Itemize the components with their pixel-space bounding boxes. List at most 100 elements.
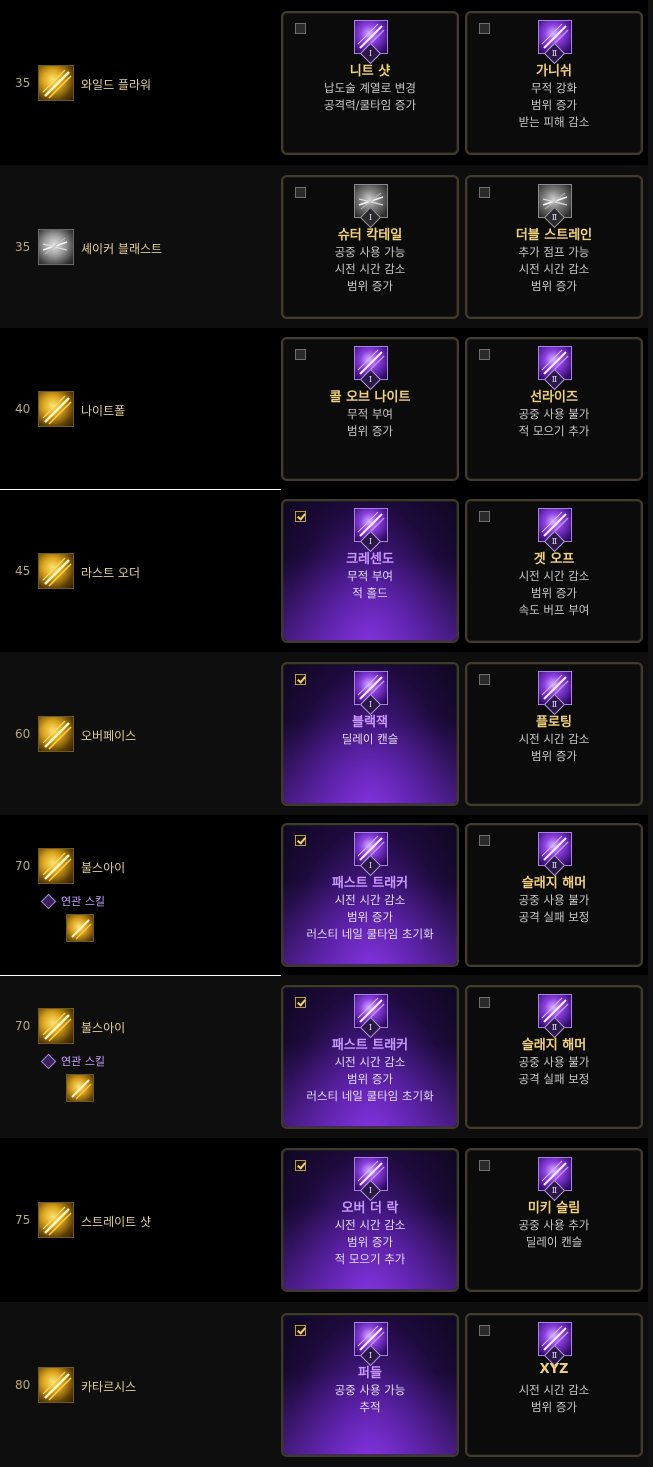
scrollbar[interactable]: [648, 0, 653, 1467]
section-divider: [0, 489, 281, 490]
tripod-checkbox[interactable]: [479, 835, 490, 846]
tripod-effect-line: 시전 시간 감소: [518, 569, 590, 583]
skill-name[interactable]: 카타르시스: [81, 1378, 136, 1395]
tripod-card-1[interactable]: Ⅰ 크레센도 무적 부여 적 홀드: [281, 499, 459, 643]
shaker-blast-icon[interactable]: [38, 229, 74, 265]
skill-level: 40: [15, 402, 31, 416]
tripod-effect-line: 무적 강화: [531, 81, 577, 95]
tripod-card-2[interactable]: Ⅱ 더블 스트레인 추가 점프 가능 시전 시간 감소 범위 증가: [465, 175, 643, 319]
skill-name[interactable]: 불스아이: [81, 1019, 125, 1036]
tripod-title: 오버 더 락: [341, 1201, 399, 1216]
tripod-title: XYZ: [539, 1362, 569, 1377]
tripod-checkbox[interactable]: [479, 997, 490, 1008]
tripod-rank-numeral: Ⅰ: [368, 1351, 373, 1360]
tripod-description: 공중 사용 추가 딜레이 캔슬: [467, 1217, 641, 1251]
tripod-title: 니트 샷: [349, 64, 391, 79]
tripod-checkbox[interactable]: [295, 997, 306, 1008]
tripod-card-1[interactable]: Ⅰ 콜 오브 나이트 무적 부여 범위 증가: [281, 337, 459, 481]
tripod-rank-numeral: Ⅰ: [368, 537, 373, 546]
tripod-description: 시전 시간 감소 범위 증가: [467, 731, 641, 765]
tripod-rank-numeral: Ⅱ: [551, 861, 558, 870]
tripod-checkbox[interactable]: [295, 1160, 306, 1171]
skill-level: 80: [15, 1378, 31, 1392]
tripod-rank-numeral: Ⅱ: [551, 1351, 558, 1360]
tripod-card-2[interactable]: Ⅱ 선라이즈 공중 사용 불가 적 모으기 추가: [465, 337, 643, 481]
tripod-card-2[interactable]: Ⅱ 미키 슬림 공중 사용 추가 딜레이 캔슬: [465, 1148, 643, 1292]
tripod-description: 시전 시간 감소 범위 증가 속도 버프 부여: [467, 568, 641, 619]
night-fall-icon[interactable]: [38, 391, 74, 427]
tripod-checkbox[interactable]: [479, 187, 490, 198]
tripod-effect-line: 범위 증가: [347, 279, 393, 293]
straight-shot-icon[interactable]: [38, 1202, 74, 1238]
last-order-icon[interactable]: [38, 553, 74, 589]
tripod-checkbox[interactable]: [479, 1160, 490, 1171]
tripod-card-1[interactable]: Ⅰ 니트 샷 납도술 계열로 변경 공격력/쿨타임 증가: [281, 11, 459, 155]
skill-name[interactable]: 오버페이스: [81, 727, 136, 744]
tripod-description: 공중 사용 가능 시전 시간 감소 범위 증가: [283, 244, 457, 295]
tripod-effect-line: 시전 시간 감소: [334, 1218, 406, 1232]
tripod-checkbox[interactable]: [479, 23, 490, 34]
skill-name[interactable]: 불스아이: [81, 859, 125, 876]
related-diamond-icon: [40, 1053, 57, 1069]
skill-name[interactable]: 나이트폴: [81, 402, 125, 419]
tripod-card-2[interactable]: Ⅱ XYZ 시전 시간 감소 범위 증가: [465, 1313, 643, 1457]
tripod-effect-line: 무적 부여: [347, 569, 393, 583]
tripod-checkbox[interactable]: [295, 674, 306, 685]
skill-level: 35: [15, 240, 31, 254]
tripod-rank-numeral: Ⅰ: [368, 1023, 373, 1032]
overpace-icon[interactable]: [38, 716, 74, 752]
tripod-description: 추가 점프 가능 시전 시간 감소 범위 증가: [467, 244, 641, 295]
tripod-card-1[interactable]: Ⅰ 패스트 트래커 시전 시간 감소 범위 증가 러스티 네일 쿨타임 초기화: [281, 985, 459, 1129]
tripod-rank-numeral: Ⅰ: [368, 700, 373, 709]
wild-flower-icon[interactable]: [38, 65, 74, 101]
skill-name[interactable]: 셰이커 블래스트: [81, 240, 162, 257]
tripod-rank-numeral: Ⅰ: [368, 1186, 373, 1195]
tripod-effect-line: 공중 사용 불가: [518, 407, 590, 421]
tripod-description: 딜레이 캔슬: [283, 731, 457, 748]
skill-row: 40 나이트폴 Ⅰ 콜 오브 나이트 무적 부여 범위 증가 Ⅱ 선라이즈 공중 사용 불가 적 …: [0, 328, 653, 489]
bulls-eye-icon[interactable]: [38, 848, 74, 884]
tripod-rank-numeral: Ⅱ: [551, 1186, 558, 1195]
tripod-checkbox[interactable]: [479, 1325, 490, 1336]
tripod-effect-line: 공격 실패 보정: [518, 1072, 590, 1086]
tripod-card-1[interactable]: Ⅰ 오버 더 락 시전 시간 감소 범위 증가 적 모으기 추가: [281, 1148, 459, 1292]
skill-name[interactable]: 라스트 오더: [81, 564, 140, 581]
tripod-effect-line: 시전 시간 감소: [334, 1055, 406, 1069]
tripod-checkbox[interactable]: [295, 187, 306, 198]
related-skill-icon[interactable]: [66, 1074, 94, 1102]
tripod-checkbox[interactable]: [479, 349, 490, 360]
tripod-card-1[interactable]: Ⅰ 퍼들 공중 사용 가능 추적: [281, 1313, 459, 1457]
tripod-card-2[interactable]: Ⅱ 슬래지 해머 공중 사용 불가 공격 실패 보정: [465, 985, 643, 1129]
tripod-checkbox[interactable]: [295, 349, 306, 360]
tripod-card-1[interactable]: Ⅰ 패스트 트래커 시전 시간 감소 범위 증가 러스티 네일 쿨타임 초기화: [281, 823, 459, 967]
skill-row: 35 와일드 플라워 Ⅰ 니트 샷 납도술 계열로 변경 공격력/쿨타임 증가 Ⅱ 가니쉬 무적…: [0, 0, 653, 165]
related-skill-icon[interactable]: [66, 914, 94, 942]
tripod-checkbox[interactable]: [295, 1325, 306, 1336]
tripod-effect-line: 시전 시간 감소: [518, 732, 590, 746]
tripod-effect-line: 딜레이 캔슬: [525, 1235, 583, 1249]
skill-name[interactable]: 스트레이트 샷: [81, 1213, 151, 1230]
tripod-card-2[interactable]: Ⅱ 슬래지 해머 공중 사용 불가 공격 실패 보정: [465, 823, 643, 967]
skill-row: 45 라스트 오더 Ⅰ 크레센도 무적 부여 적 홀드 Ⅱ 겟 오프 시전 시간 감소 범위 증가…: [0, 489, 653, 652]
tripod-card-1[interactable]: Ⅰ 슈터 칵테일 공중 사용 가능 시전 시간 감소 범위 증가: [281, 175, 459, 319]
tripod-effect-line: 공중 사용 불가: [518, 893, 590, 907]
tripod-card-1[interactable]: Ⅰ 블랙잭 딜레이 캔슬: [281, 662, 459, 806]
tripod-card-2[interactable]: Ⅱ 플로팅 시전 시간 감소 범위 증가: [465, 662, 643, 806]
bulls-eye-icon[interactable]: [38, 1008, 74, 1044]
tripod-card-2[interactable]: Ⅱ 겟 오프 시전 시간 감소 범위 증가 속도 버프 부여: [465, 499, 643, 643]
tripod-card-2[interactable]: Ⅱ 가니쉬 무적 강화 범위 증가 받는 피해 감소: [465, 11, 643, 155]
catharsis-icon[interactable]: [38, 1367, 74, 1403]
skill-name[interactable]: 와일드 플라워: [81, 76, 151, 93]
tripod-checkbox[interactable]: [295, 23, 306, 34]
tripod-checkbox[interactable]: [295, 835, 306, 846]
tripod-effect-line: 범위 증가: [347, 424, 393, 438]
tripod-effect-line: 추적: [359, 1400, 381, 1414]
tripod-checkbox[interactable]: [479, 674, 490, 685]
skill-level: 60: [15, 727, 31, 741]
tripod-checkbox[interactable]: [295, 511, 306, 522]
tripod-rank-numeral: Ⅱ: [551, 1023, 558, 1032]
tripod-effect-line: 딜레이 캔슬: [341, 732, 399, 746]
tripod-checkbox[interactable]: [479, 511, 490, 522]
tripod-description: 시전 시간 감소 범위 증가 적 모으기 추가: [283, 1217, 457, 1268]
related-skill-text: 연관 스킬: [61, 1055, 105, 1068]
